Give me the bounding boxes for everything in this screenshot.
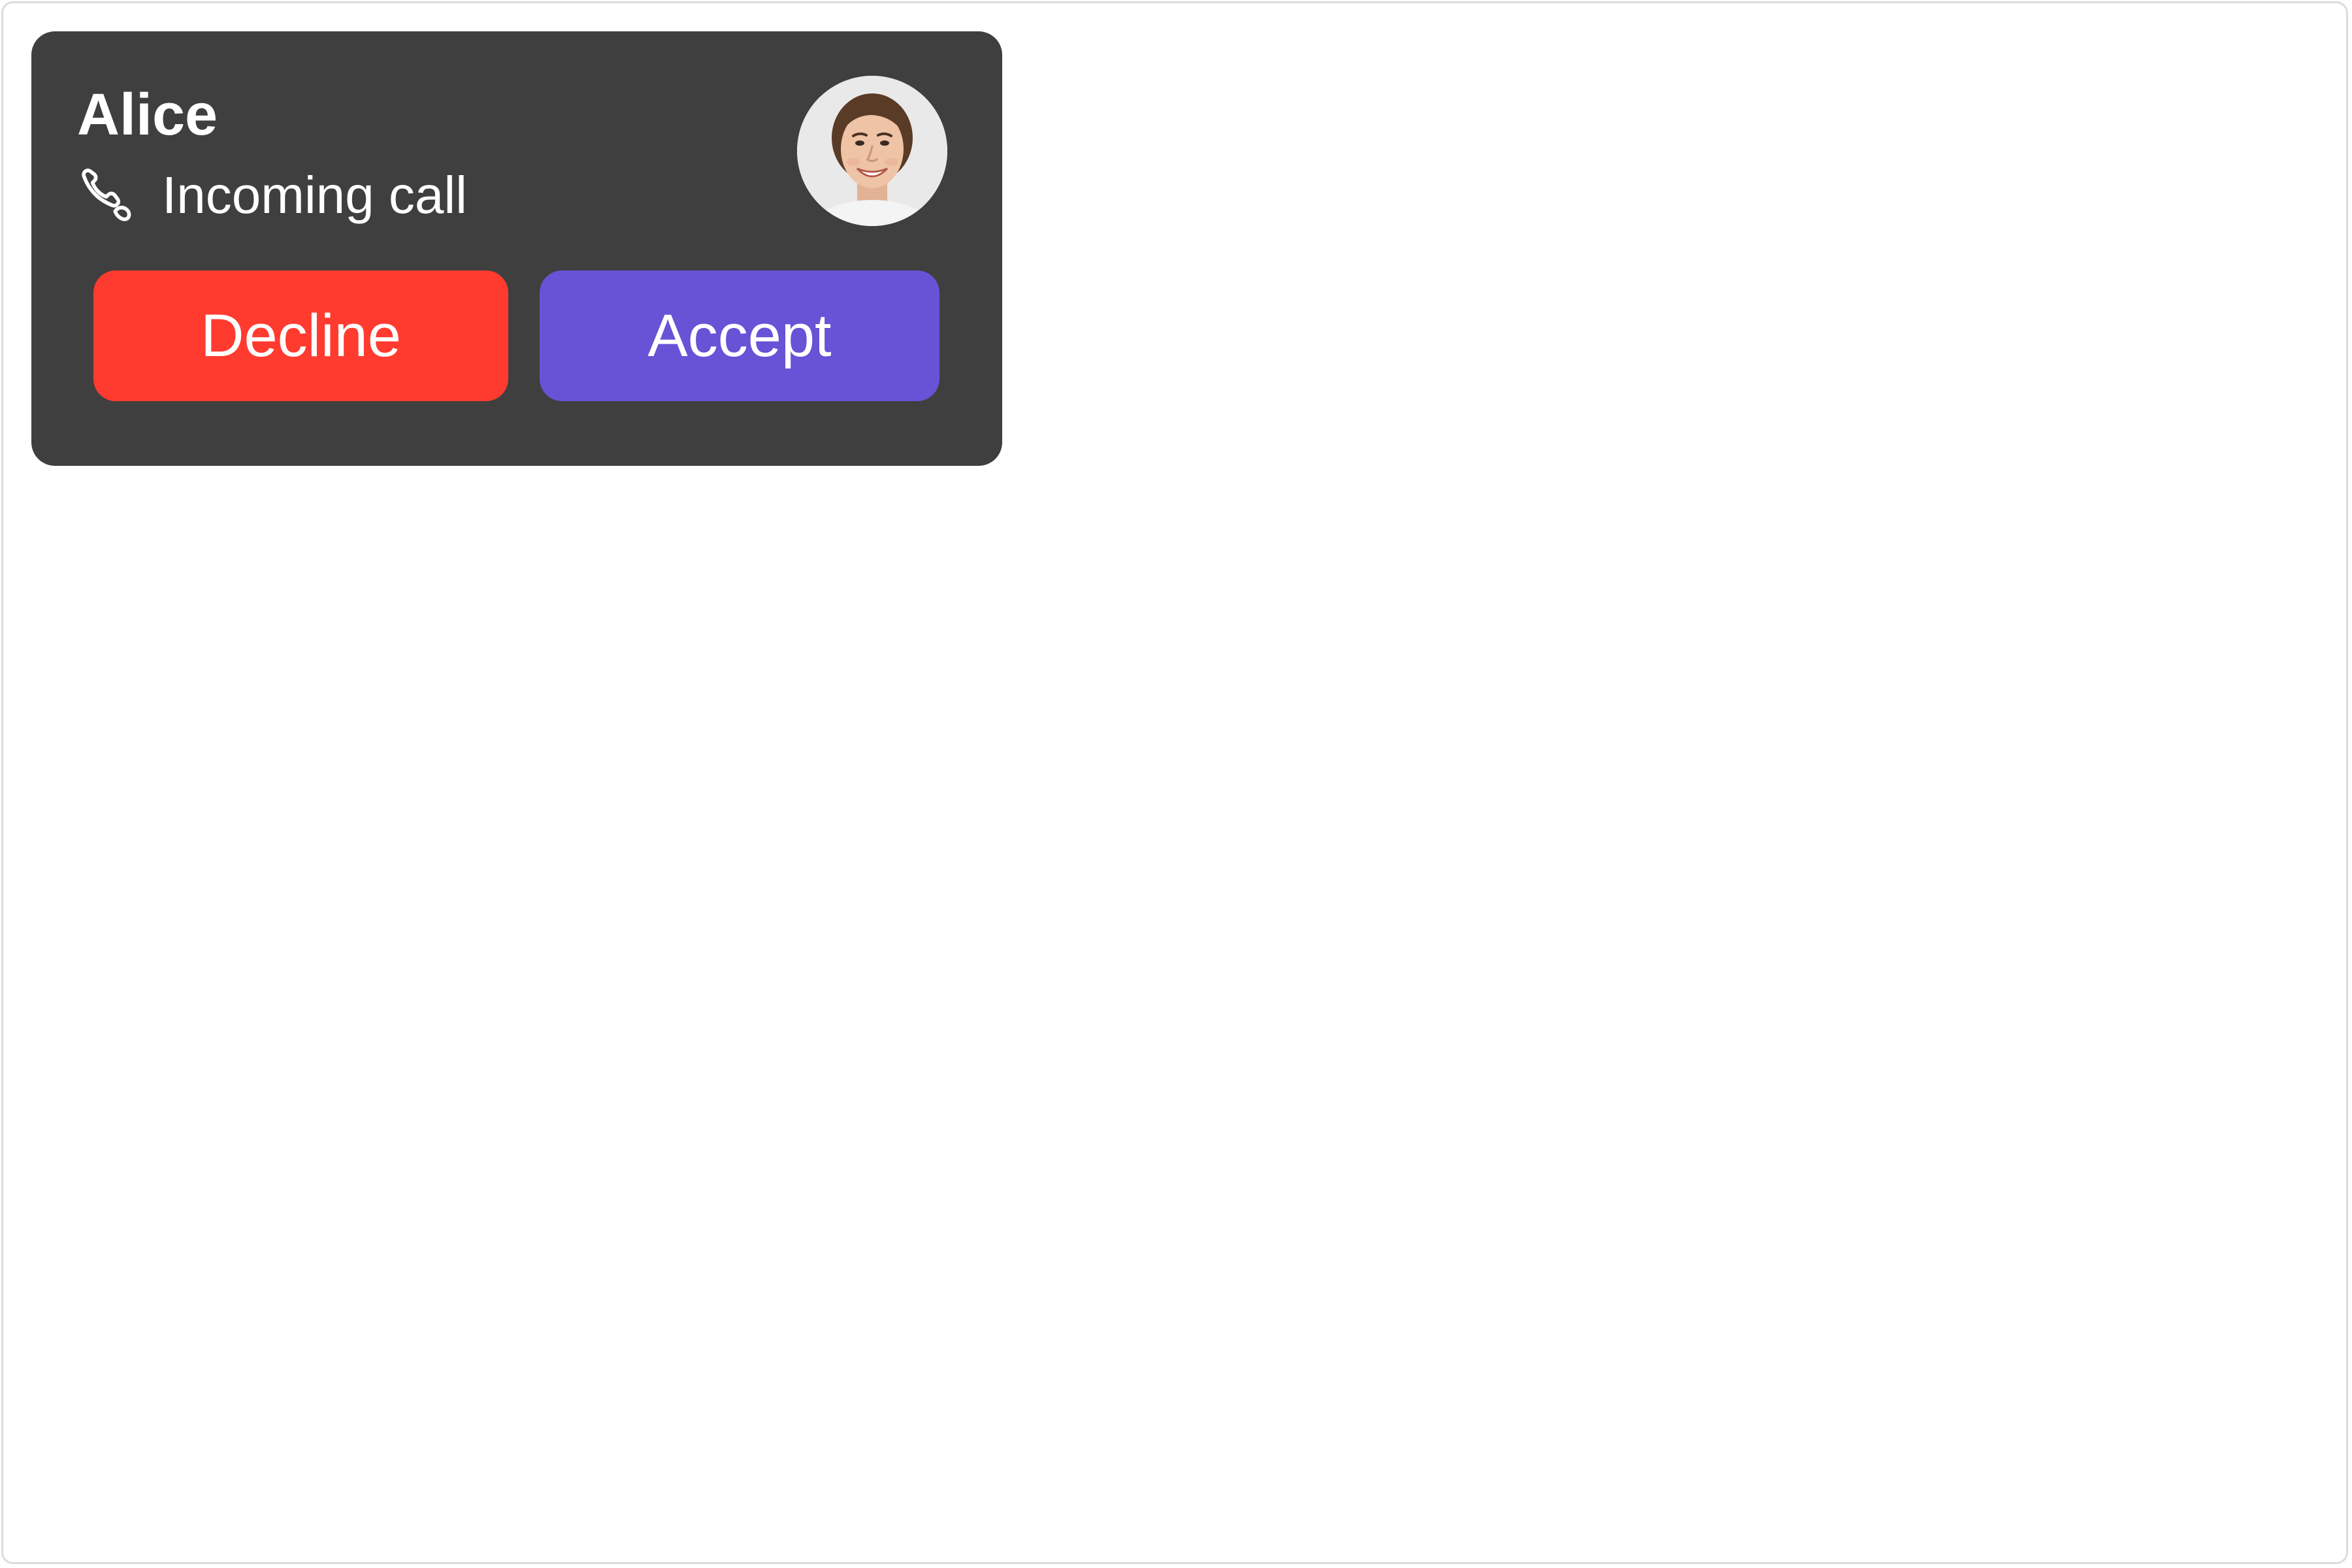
- incoming-call-card: Alice Incoming call Decline Accept: [31, 31, 1002, 466]
- avatar: [797, 76, 947, 226]
- caller-name: Alice: [77, 82, 218, 148]
- phone-icon: [82, 169, 131, 221]
- caller-avatar-photo: [797, 76, 947, 226]
- accept-button[interactable]: Accept: [540, 270, 939, 401]
- call-status-text: Incoming call: [162, 166, 467, 224]
- decline-button[interactable]: Decline: [93, 270, 508, 401]
- call-status-row: Incoming call: [77, 159, 467, 231]
